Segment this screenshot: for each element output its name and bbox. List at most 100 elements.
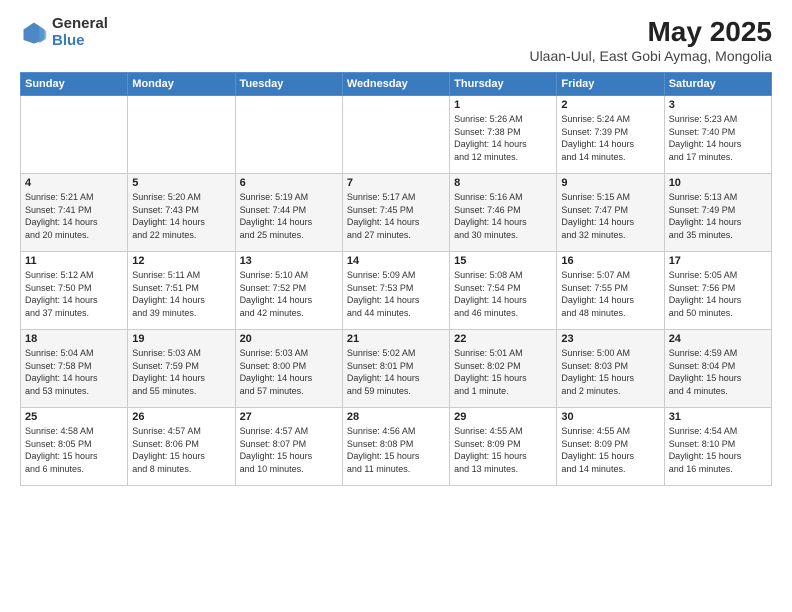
day-number: 27 [240,411,338,423]
day-number: 23 [561,333,659,345]
day-info: Sunrise: 4:59 AM Sunset: 8:04 PM Dayligh… [669,347,767,397]
table-row: 6Sunrise: 5:19 AM Sunset: 7:44 PM Daylig… [235,174,342,252]
day-info: Sunrise: 4:55 AM Sunset: 8:09 PM Dayligh… [561,425,659,475]
col-tuesday: Tuesday [235,73,342,96]
calendar-table: Sunday Monday Tuesday Wednesday Thursday… [20,72,772,486]
subtitle: Ulaan-Uul, East Gobi Aymag, Mongolia [529,48,772,64]
day-number: 5 [132,177,230,189]
logo: General Blue [20,16,108,49]
col-wednesday: Wednesday [342,73,449,96]
day-number: 16 [561,255,659,267]
day-number: 13 [240,255,338,267]
logo-text: General Blue [52,16,108,49]
page: General Blue May 2025 Ulaan-Uul, East Go… [0,0,792,612]
table-row: 16 Sunrise: 5:07 AM Sunset: 7:55 PM Dayli… [557,252,664,330]
table-row: 28 Sunrise: 4:56 AM Sunset: 8:08 PM Dayli… [342,408,449,486]
day-info: Sunrise: 5:10 AM Sunset: 7:52 PM Dayligh… [240,269,338,319]
calendar-week-row: 11 Sunrise: 5:12 AM Sunset: 7:50 PM Dayli… [21,252,772,330]
table-row: 21Sunrise: 5:02 AM Sunset: 8:01 PM Dayli… [342,330,449,408]
day-info: Sunrise: 4:54 AM Sunset: 8:10 PM Dayligh… [669,425,767,475]
table-row: 7 Sunrise: 5:17 AM Sunset: 7:45 PM Daylig… [342,174,449,252]
day-info: Sunrise: 5:19 AM Sunset: 7:44 PM Dayligh… [240,191,338,241]
day-number: 17 [669,255,767,267]
day-number: 4 [25,177,123,189]
col-saturday: Saturday [664,73,771,96]
day-number: 31 [669,411,767,423]
day-info: Sunrise: 4:56 AM Sunset: 8:08 PM Dayligh… [347,425,445,475]
table-row [342,96,449,174]
col-thursday: Thursday [450,73,557,96]
day-number: 26 [132,411,230,423]
day-info: Sunrise: 5:09 AM Sunset: 7:53 PM Dayligh… [347,269,445,319]
table-row: 4Sunrise: 5:21 AM Sunset: 7:41 PM Daylig… [21,174,128,252]
table-row: 3 Sunrise: 5:23 AM Sunset: 7:40 PM Daylig… [664,96,771,174]
table-row: 2 Sunrise: 5:24 AM Sunset: 7:39 PM Daylig… [557,96,664,174]
day-number: 8 [454,177,552,189]
day-info: Sunrise: 5:05 AM Sunset: 7:56 PM Dayligh… [669,269,767,319]
header: General Blue May 2025 Ulaan-Uul, East Go… [20,16,772,64]
calendar-week-row: 18 Sunrise: 5:04 AM Sunset: 7:58 PM Dayli… [21,330,772,408]
table-row: 24 Sunrise: 4:59 AM Sunset: 8:04 PM Dayli… [664,330,771,408]
day-info: Sunrise: 5:04 AM Sunset: 7:58 PM Dayligh… [25,347,123,397]
main-title: May 2025 [529,16,772,48]
table-row: 9Sunrise: 5:15 AM Sunset: 7:47 PM Daylig… [557,174,664,252]
day-info: Sunrise: 5:23 AM Sunset: 7:40 PM Dayligh… [669,113,767,163]
table-row: 19 Sunrise: 5:03 AM Sunset: 7:59 PM Dayli… [128,330,235,408]
table-row: 29 Sunrise: 4:55 AM Sunset: 8:09 PM Dayli… [450,408,557,486]
logo-icon [20,19,48,47]
day-number: 19 [132,333,230,345]
table-row: 22Sunrise: 5:01 AM Sunset: 8:02 PM Dayli… [450,330,557,408]
table-row: 26 Sunrise: 4:57 AM Sunset: 8:06 PM Dayli… [128,408,235,486]
day-info: Sunrise: 5:17 AM Sunset: 7:45 PM Dayligh… [347,191,445,241]
title-block: May 2025 Ulaan-Uul, East Gobi Aymag, Mon… [529,16,772,64]
table-row: 14 Sunrise: 5:09 AM Sunset: 7:53 PM Dayli… [342,252,449,330]
day-number: 14 [347,255,445,267]
table-row [128,96,235,174]
day-info: Sunrise: 5:03 AM Sunset: 8:00 PM Dayligh… [240,347,338,397]
day-info: Sunrise: 5:24 AM Sunset: 7:39 PM Dayligh… [561,113,659,163]
day-info: Sunrise: 5:12 AM Sunset: 7:50 PM Dayligh… [25,269,123,319]
table-row: 12Sunrise: 5:11 AM Sunset: 7:51 PM Dayli… [128,252,235,330]
day-number: 1 [454,99,552,111]
table-row: 31 Sunrise: 4:54 AM Sunset: 8:10 PM Dayli… [664,408,771,486]
day-info: Sunrise: 5:00 AM Sunset: 8:03 PM Dayligh… [561,347,659,397]
day-info: Sunrise: 5:13 AM Sunset: 7:49 PM Dayligh… [669,191,767,241]
calendar-week-row: 1 Sunrise: 5:26 AM Sunset: 7:38 PM Daylig… [21,96,772,174]
day-info: Sunrise: 4:58 AM Sunset: 8:05 PM Dayligh… [25,425,123,475]
day-info: Sunrise: 5:20 AM Sunset: 7:43 PM Dayligh… [132,191,230,241]
table-row: 5 Sunrise: 5:20 AM Sunset: 7:43 PM Daylig… [128,174,235,252]
day-info: Sunrise: 5:02 AM Sunset: 8:01 PM Dayligh… [347,347,445,397]
calendar-week-row: 25 Sunrise: 4:58 AM Sunset: 8:05 PM Dayli… [21,408,772,486]
day-number: 25 [25,411,123,423]
day-info: Sunrise: 4:57 AM Sunset: 8:06 PM Dayligh… [132,425,230,475]
day-info: Sunrise: 5:03 AM Sunset: 7:59 PM Dayligh… [132,347,230,397]
day-number: 11 [25,255,123,267]
calendar-week-row: 4Sunrise: 5:21 AM Sunset: 7:41 PM Daylig… [21,174,772,252]
table-row: 23 Sunrise: 5:00 AM Sunset: 8:03 PM Dayli… [557,330,664,408]
table-row: 15Sunrise: 5:08 AM Sunset: 7:54 PM Dayli… [450,252,557,330]
day-number: 28 [347,411,445,423]
day-number: 10 [669,177,767,189]
table-row: 18 Sunrise: 5:04 AM Sunset: 7:58 PM Dayli… [21,330,128,408]
day-number: 29 [454,411,552,423]
table-row: 27Sunrise: 4:57 AM Sunset: 8:07 PM Dayli… [235,408,342,486]
day-info: Sunrise: 5:16 AM Sunset: 7:46 PM Dayligh… [454,191,552,241]
table-row: 10 Sunrise: 5:13 AM Sunset: 7:49 PM Dayli… [664,174,771,252]
table-row: 11 Sunrise: 5:12 AM Sunset: 7:50 PM Dayli… [21,252,128,330]
day-info: Sunrise: 4:55 AM Sunset: 8:09 PM Dayligh… [454,425,552,475]
day-number: 30 [561,411,659,423]
table-row: 20Sunrise: 5:03 AM Sunset: 8:00 PM Dayli… [235,330,342,408]
table-row [235,96,342,174]
day-number: 18 [25,333,123,345]
day-number: 2 [561,99,659,111]
day-info: Sunrise: 5:11 AM Sunset: 7:51 PM Dayligh… [132,269,230,319]
table-row: 13 Sunrise: 5:10 AM Sunset: 7:52 PM Dayli… [235,252,342,330]
day-number: 22 [454,333,552,345]
day-number: 15 [454,255,552,267]
table-row: 8 Sunrise: 5:16 AM Sunset: 7:46 PM Daylig… [450,174,557,252]
day-info: Sunrise: 5:26 AM Sunset: 7:38 PM Dayligh… [454,113,552,163]
day-number: 7 [347,177,445,189]
day-number: 3 [669,99,767,111]
day-number: 24 [669,333,767,345]
day-info: Sunrise: 5:07 AM Sunset: 7:55 PM Dayligh… [561,269,659,319]
